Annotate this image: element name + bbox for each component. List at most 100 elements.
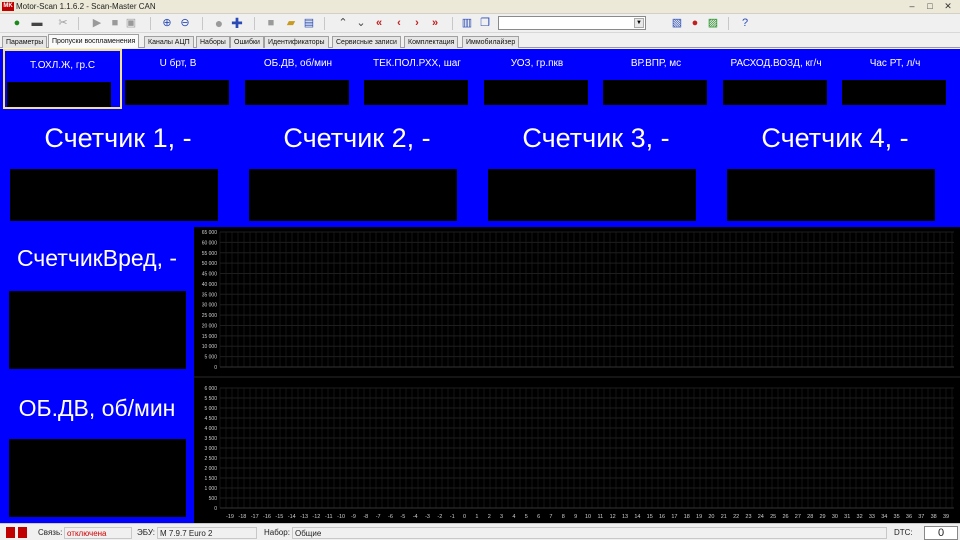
param-engine-rpm[interactable]: ОБ.ДВ, об/мин	[243, 49, 353, 109]
tab-errors[interactable]: Ошибки	[230, 36, 264, 48]
tab-equipment[interactable]: Комплектация	[404, 36, 459, 48]
x-tick-label: 25	[770, 514, 776, 520]
param-injection-time[interactable]: ВР.ВПР, мс	[601, 49, 711, 109]
x-tick-label: 10	[585, 514, 591, 520]
x-tick-label: 36	[906, 514, 912, 520]
open-folder-icon[interactable]: ▰	[284, 16, 298, 30]
harmful-counter-panel: СчетчикВред, -	[0, 227, 194, 375]
x-tick-label: 39	[943, 514, 949, 520]
y-tick-label: 5 500	[204, 396, 217, 402]
zoom-out-icon[interactable]: ⊖	[178, 16, 192, 30]
param-value	[723, 80, 827, 105]
param-fuel-consumption[interactable]: Час РТ, л/ч	[840, 49, 950, 109]
y-tick-label: 3 500	[204, 436, 217, 442]
x-tick-label: -3	[425, 514, 430, 520]
param-coolant-temp[interactable]: Т.ОХЛ.Ж, гр.С	[3, 49, 122, 109]
maximize-button[interactable]: □	[922, 1, 938, 12]
param-ignition-timing[interactable]: УОЗ, гр.пкв	[482, 49, 592, 109]
x-tick-label: 34	[881, 514, 887, 520]
stop-square-icon[interactable]: ■	[264, 16, 278, 30]
counter-value	[727, 169, 935, 221]
counter-label: Счетчик 1, -	[44, 123, 192, 153]
add-icon[interactable]: ✚	[230, 16, 244, 30]
profile-select[interactable]: ▼	[498, 16, 646, 30]
y-tick-label: 50 000	[202, 261, 218, 267]
ecu-value: M 7.9.7 Euro 2	[157, 527, 257, 539]
param-idle-valve-position[interactable]: ТЕК.ПОЛ.РХХ, шаг	[362, 49, 472, 109]
misfire-panel: Т.ОХЛ.Ж, гр.С U брт, В ОБ.ДВ, об/мин ТЕК…	[0, 49, 960, 523]
x-tick-label: 17	[671, 514, 677, 520]
x-tick-label: -18	[238, 514, 246, 520]
x-tick-label: 7	[549, 514, 552, 520]
title-bar: MK Motor-Scan 1.1.6.2 - Scan-Master CAN …	[0, 0, 960, 14]
counter-1: Счетчик 1, -	[2, 111, 234, 227]
check-icon[interactable]: ▨	[706, 16, 720, 30]
param-label: ОБ.ДВ, об/мин	[263, 58, 333, 69]
chevron-up-icon[interactable]: ⌃	[336, 16, 350, 30]
connect-icon[interactable]: ●	[10, 16, 24, 30]
param-value	[484, 80, 588, 105]
x-tick-label: 8	[562, 514, 565, 520]
counter-label: Счетчик 4, -	[761, 123, 909, 153]
stop-icon[interactable]: ■	[108, 16, 122, 30]
param-battery-voltage[interactable]: U брт, В	[123, 49, 233, 109]
chevron-down-icon[interactable]: ⌄	[354, 16, 368, 30]
y-tick-label: 1 000	[204, 486, 217, 492]
tab-parameters[interactable]: Параметры	[2, 36, 48, 48]
next-icon[interactable]: ›	[410, 16, 424, 30]
y-tick-label: 60 000	[202, 240, 218, 246]
alert-icon[interactable]: ●	[688, 16, 702, 30]
x-tick-label: 20	[708, 514, 714, 520]
counter-2: Счетчик 2, -	[241, 111, 473, 227]
tab-misfires[interactable]: Пропуски воспламенения	[48, 34, 140, 48]
x-tick-label: -7	[376, 514, 381, 520]
x-tick-label: 23	[745, 514, 751, 520]
x-tick-label: 3	[500, 514, 503, 520]
x-tick-label: -12	[312, 514, 320, 520]
tab-immobilizer[interactable]: Иммобилайзер	[462, 36, 520, 48]
record-icon[interactable]: ▣	[124, 16, 138, 30]
x-tick-label: 14	[634, 514, 640, 520]
toolbar-separator	[254, 17, 255, 30]
tools-icon[interactable]: ✂	[56, 16, 70, 30]
tab-identifiers[interactable]: Идентификаторы	[264, 36, 329, 48]
save-icon[interactable]: ▤	[302, 16, 316, 30]
y-tick-label: 20 000	[202, 323, 218, 329]
first-icon[interactable]: «	[372, 16, 386, 30]
x-tick-label: 27	[795, 514, 801, 520]
last-icon[interactable]: »	[428, 16, 442, 30]
tab-sets[interactable]: Наборы	[196, 36, 230, 48]
minimize-button[interactable]: ‒	[904, 1, 920, 12]
toolbar-separator	[728, 17, 729, 30]
window-tile-icon[interactable]: ▧	[670, 16, 684, 30]
dropdown-arrow-icon[interactable]: ▼	[634, 18, 644, 28]
ecu-label: ЭБУ:	[137, 528, 155, 537]
y-tick-label: 55 000	[202, 251, 218, 257]
tab-adc-channels[interactable]: Каналы АЦП	[144, 36, 194, 48]
tab-bar: Параметры Пропуски воспламенения Каналы …	[0, 34, 960, 48]
x-tick-label: 31	[844, 514, 850, 520]
x-tick-label: 37	[918, 514, 924, 520]
toolbar-separator	[202, 17, 203, 30]
print-icon[interactable]: ▬	[30, 16, 44, 30]
zoom-in-icon[interactable]: ⊕	[160, 16, 174, 30]
close-button[interactable]: ✕	[940, 1, 956, 12]
param-air-flow[interactable]: РАСХОД.ВОЗД, кг/ч	[721, 49, 831, 109]
x-tick-label: 4	[512, 514, 515, 520]
side-label: ОБ.ДВ, об/мин	[18, 395, 176, 421]
y-tick-label: 65 000	[202, 230, 218, 236]
export-icon[interactable]: ▥	[460, 16, 474, 30]
help-icon[interactable]: ?	[738, 16, 752, 30]
y-tick-label: 10 000	[202, 344, 218, 350]
tab-service-records[interactable]: Сервисные записи	[332, 36, 401, 48]
x-tick-label: 24	[758, 514, 764, 520]
x-tick-label: -4	[413, 514, 418, 520]
windows-icon[interactable]: ❐	[478, 16, 492, 30]
x-tick-label: -1	[450, 514, 455, 520]
y-tick-label: 0	[214, 365, 217, 371]
x-tick-label: 15	[647, 514, 653, 520]
play-icon[interactable]: ▶	[90, 16, 104, 30]
side-label: СчетчикВред, -	[16, 245, 178, 271]
circle-icon[interactable]: ●	[212, 16, 226, 30]
prev-icon[interactable]: ‹	[392, 16, 406, 30]
